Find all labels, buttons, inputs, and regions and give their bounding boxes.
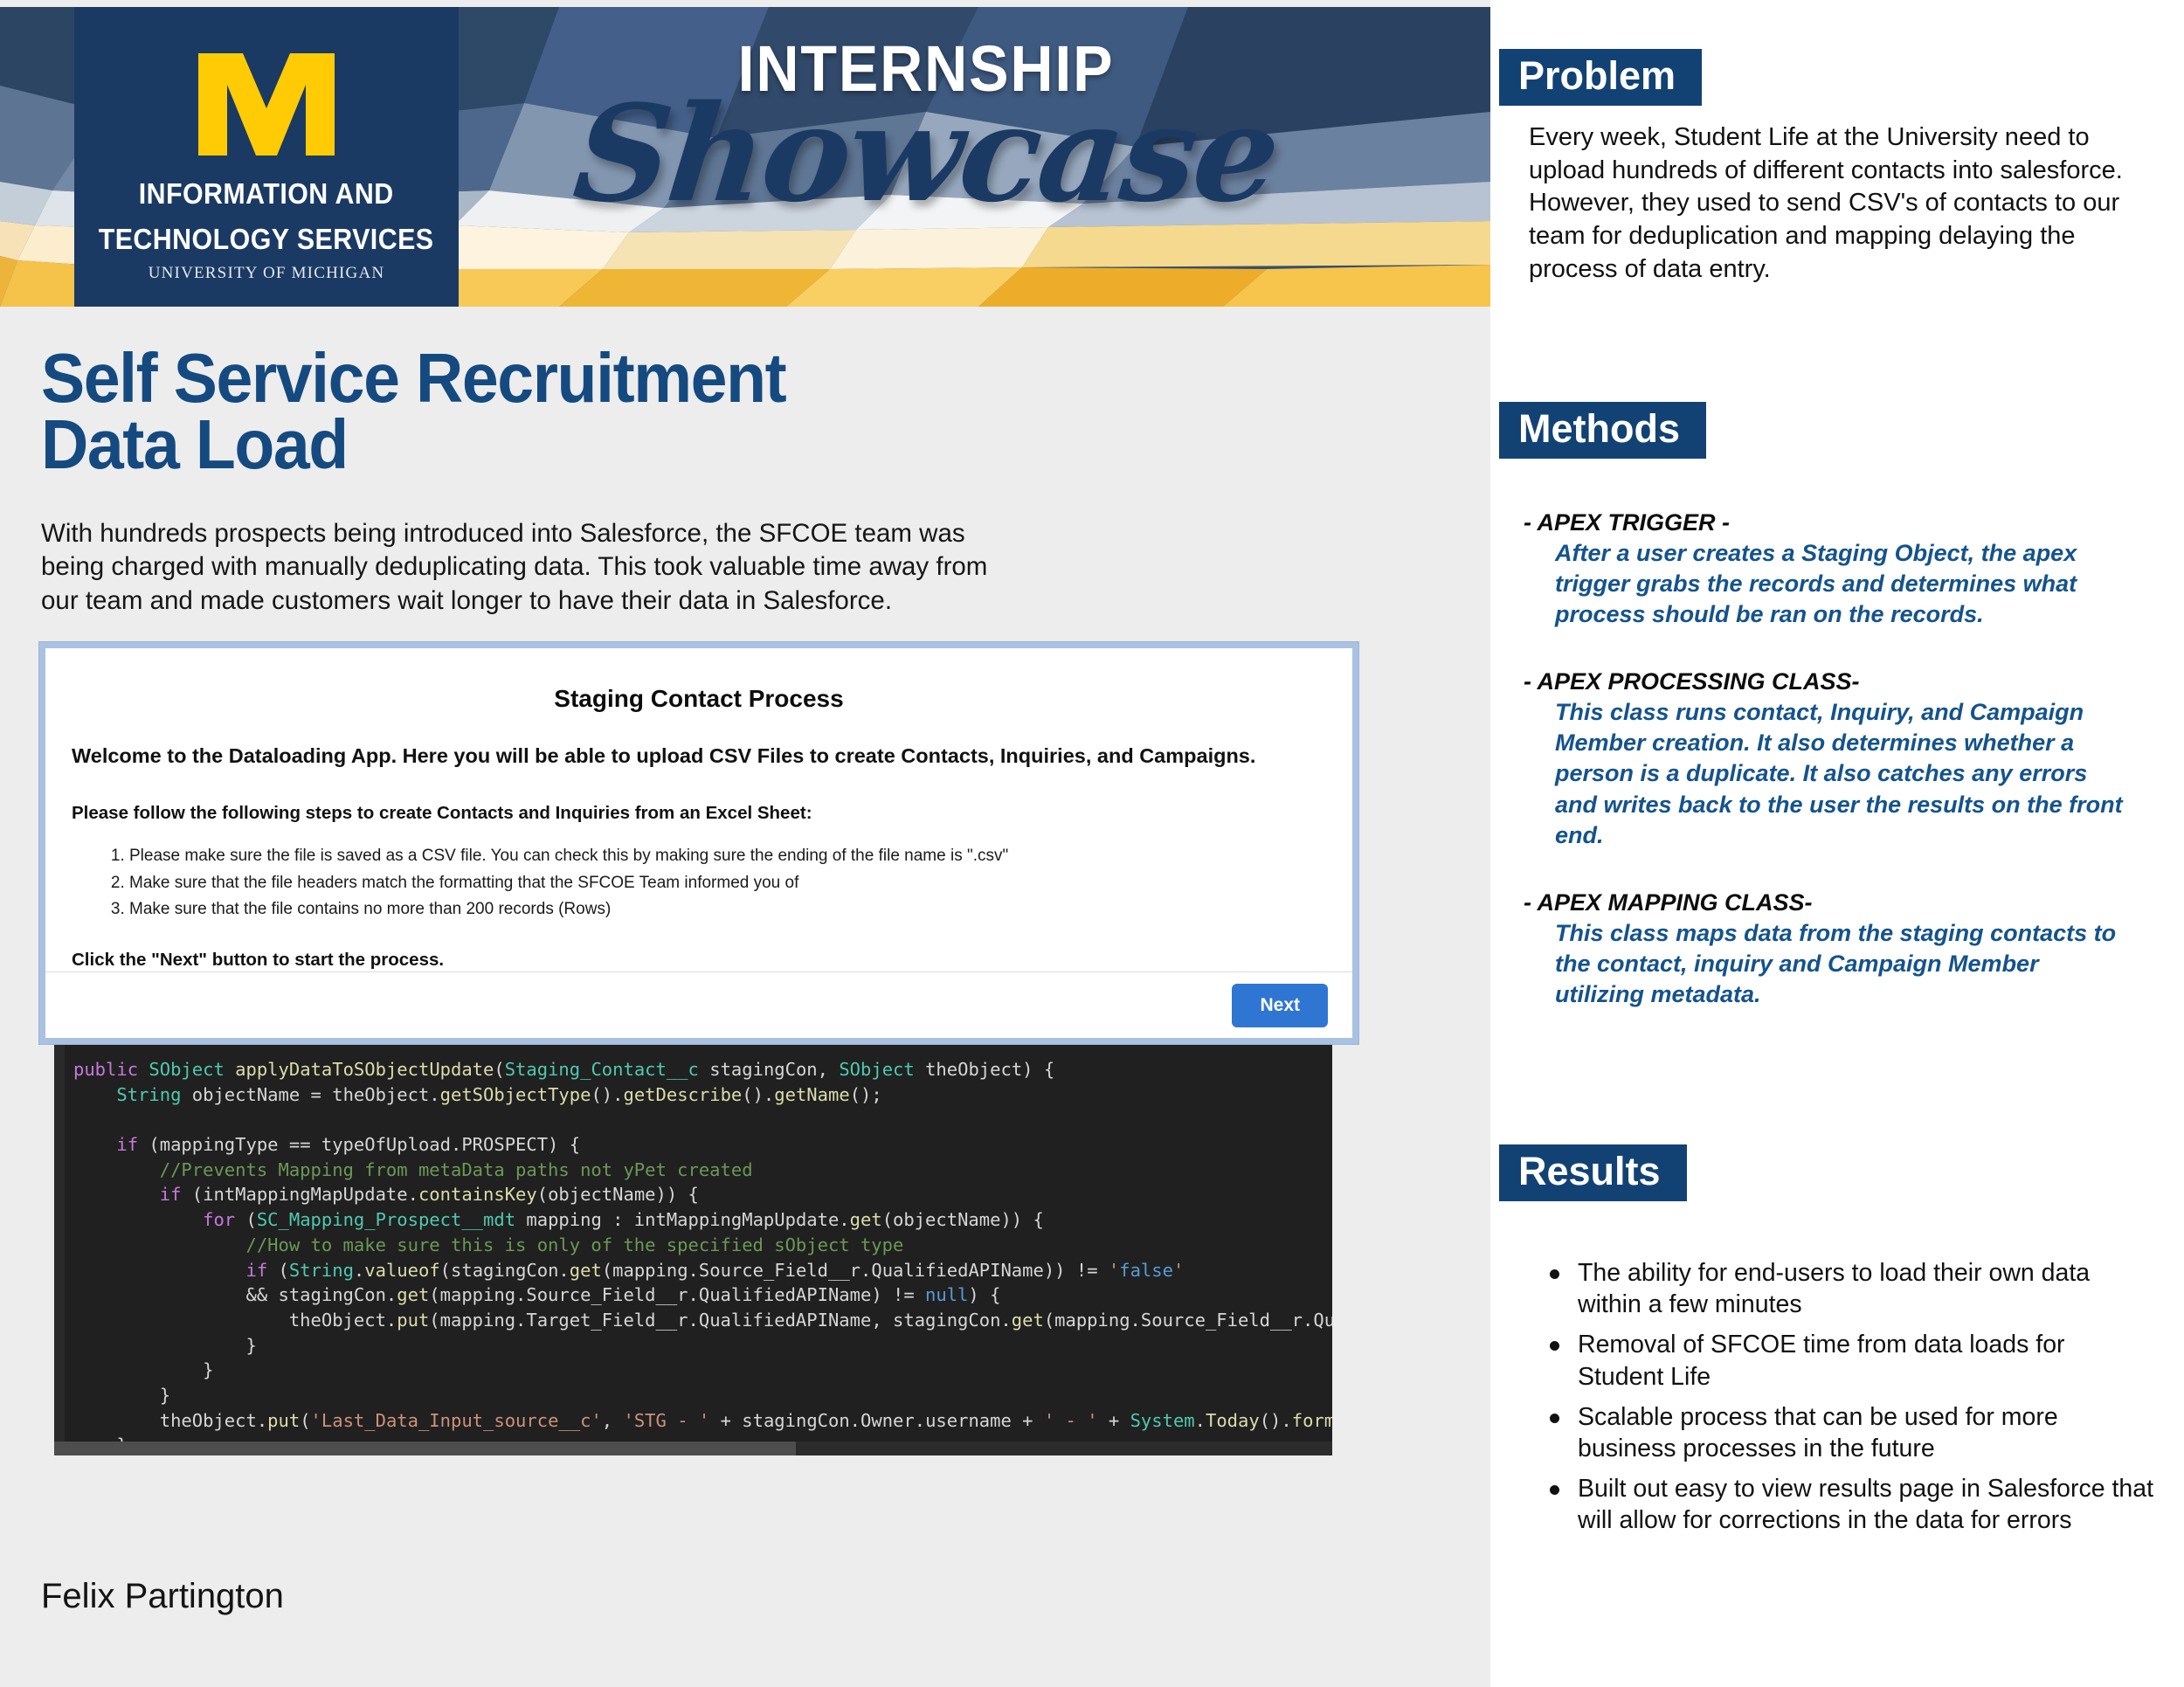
list-item: Built out easy to view results page in S… (1545, 1473, 2156, 1536)
methods-heading: Methods (1499, 402, 1706, 459)
app-lead-text: Welcome to the Dataloading App. Here you… (72, 744, 1256, 767)
method-label: - APEX TRIGGER - (1524, 509, 1731, 536)
list-item: The ability for end-users to load their … (1545, 1257, 2156, 1320)
poster-intro-paragraph: With hundreds prospects being introduced… (41, 519, 988, 615)
app-footer-bar: Next (45, 971, 1352, 1038)
app-screenshot-body: Staging Contact Process Welcome to the D… (45, 648, 1352, 971)
next-button[interactable]: Next (1232, 983, 1328, 1027)
author-name: Felix Partington (41, 1577, 284, 1615)
problem-text: Every week, Student Life at the Universi… (1529, 123, 2123, 283)
code-gutter (54, 1045, 65, 1455)
list-item: - APEX MAPPING CLASS- This class maps da… (1508, 889, 2172, 1010)
methods-list: - APEX TRIGGER - After a user creates a … (1508, 509, 2172, 1010)
method-label: - APEX PROCESSING CLASS- (1524, 668, 1860, 695)
app-steps-list: Please make sure the file is saved as a … (72, 843, 1326, 923)
its-org-line2: TECHNOLOGY SERVICES (99, 222, 434, 255)
block-m-icon (198, 53, 335, 156)
list-item: Make sure that the file headers match th… (129, 870, 1326, 897)
list-item: Please make sure the file is saved as a … (129, 843, 1326, 870)
code-screenshot: public SObject applyDataToSObjectUpdate(… (54, 1045, 1332, 1455)
method-body: After a user creates a Staging Object, t… (1555, 540, 2077, 628)
um-its-logo-panel: INFORMATION AND TECHNOLOGY SERVICES UNIV… (74, 7, 459, 307)
app-screenshot-frame: Staging Contact Process Welcome to the D… (39, 642, 1358, 1044)
results-list: The ability for end-users to load their … (1545, 1257, 2156, 1537)
method-body: This class runs contact, Inquiry, and Ca… (1555, 699, 2123, 848)
list-item: Scalable process that can be used for mo… (1545, 1401, 2156, 1464)
problem-heading: Problem (1499, 49, 1703, 106)
left-column: INFORMATION AND TECHNOLOGY SERVICES UNIV… (0, 0, 1490, 1687)
results-heading: Results (1499, 1144, 1687, 1201)
code-content: public SObject applyDataToSObjectUpdate(… (73, 1059, 1332, 1455)
results-section: Results The ability for end-users to loa… (1499, 1144, 2172, 1545)
page-title: Self Service Recruitment Data Load (41, 339, 787, 483)
header-banner: INFORMATION AND TECHNOLOGY SERVICES UNIV… (0, 7, 1490, 307)
app-title: Staging Contact Process (554, 685, 844, 712)
method-label: - APEX MAPPING CLASS- (1524, 888, 1813, 916)
university-line: UNIVERSITY OF MICHIGAN (148, 264, 385, 283)
app-subheading: Please follow the following steps to cre… (72, 802, 812, 823)
list-item: - APEX PROCESSING CLASS- This class runs… (1508, 668, 2172, 850)
code-horizontal-scrollbar[interactable] (54, 1442, 1332, 1455)
its-org-line1: INFORMATION AND (139, 177, 394, 210)
poster-root: INFORMATION AND TECHNOLOGY SERVICES UNIV… (0, 0, 2184, 1687)
method-body: This class maps data from the staging co… (1555, 919, 2117, 1007)
app-click-note: Click the "Next" button to start the pro… (72, 950, 445, 971)
list-item: Make sure that the file contains no more… (129, 896, 1326, 923)
banner-showcase-text: Showcase (567, 75, 1285, 232)
problem-section: Problem Every week, Student Life at the … (1499, 49, 2172, 286)
right-column: Problem Every week, Student Life at the … (1490, 0, 2184, 1687)
list-item: Removal of SFCOE time from data loads fo… (1545, 1329, 2156, 1392)
methods-section: Methods - APEX TRIGGER - After a user cr… (1499, 402, 2172, 1048)
list-item: - APEX TRIGGER - After a user creates a … (1508, 509, 2172, 630)
app-screenshot-card: Staging Contact Process Welcome to the D… (45, 648, 1352, 1038)
